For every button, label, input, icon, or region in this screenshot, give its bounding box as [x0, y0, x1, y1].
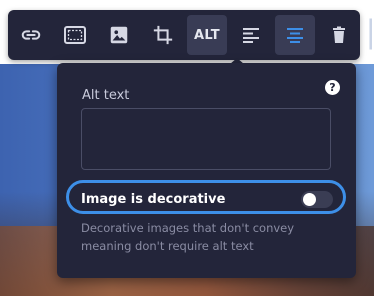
alt-text-label: Alt text	[82, 88, 130, 103]
crop-icon	[153, 25, 173, 45]
trash-icon	[333, 26, 345, 43]
alt-text-button[interactable]: ALT	[187, 15, 227, 55]
link-button[interactable]	[11, 15, 51, 55]
help-icon[interactable]: ?	[325, 80, 340, 95]
alt-text-icon: ALT	[194, 27, 220, 43]
alt-text-input[interactable]	[81, 108, 331, 170]
replace-image-button[interactable]	[99, 15, 139, 55]
link-icon	[21, 30, 41, 40]
frame-button[interactable]	[55, 15, 95, 55]
decorative-help-text: Decorative images that don't convey mean…	[81, 221, 295, 253]
edge-icon: ⎮	[364, 20, 374, 50]
align-center-icon	[287, 28, 303, 43]
decorative-label: Image is decorative	[81, 192, 226, 207]
align-center-button[interactable]	[275, 15, 315, 55]
image-toolbar: ALT	[8, 10, 360, 60]
image-icon	[110, 26, 128, 44]
delete-button[interactable]	[319, 15, 359, 55]
decorative-toggle[interactable]	[301, 191, 333, 208]
toggle-knob	[303, 193, 316, 206]
crop-button[interactable]	[143, 15, 183, 55]
frame-icon	[64, 26, 86, 44]
align-left-icon	[243, 28, 259, 43]
align-left-button[interactable]	[231, 15, 271, 55]
